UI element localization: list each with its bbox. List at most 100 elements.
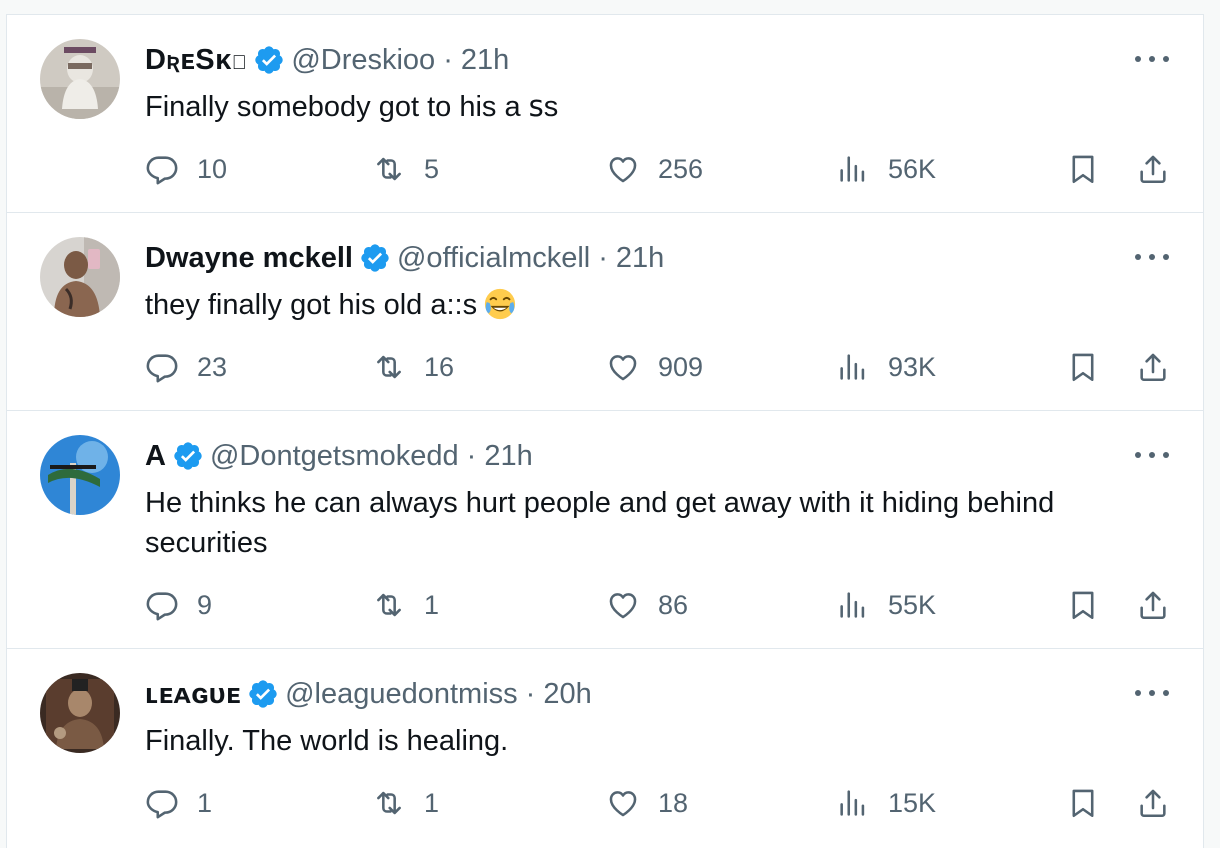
retweet-icon (377, 791, 401, 815)
views-count: 15K (888, 787, 937, 818)
views-button[interactable]: 93K (836, 347, 936, 387)
retweet-count: 1 (424, 589, 440, 620)
retweet-icon (377, 157, 401, 181)
retweet-icon (377, 593, 401, 617)
share-icon (1140, 155, 1166, 184)
timestamp[interactable]: 21h (461, 42, 509, 78)
avatar[interactable] (40, 39, 120, 119)
action-bar: 10 5 256 56K (7, 149, 1203, 189)
display-name[interactable]: Dwayne mckell (145, 240, 353, 276)
separator-dot: · (443, 44, 453, 76)
bookmark-button[interactable] (1066, 347, 1100, 387)
like-count: 256 (658, 153, 704, 184)
action-bar: 9 1 86 55K (7, 585, 1203, 625)
avatar[interactable] (40, 237, 120, 317)
reply-button[interactable]: 10 (145, 149, 227, 189)
like-button[interactable]: 256 (606, 149, 703, 189)
tweet-header: ʟᴇᴀɢᴜᴇ @leaguedontmiss · 20h (145, 676, 592, 712)
like-button[interactable]: 86 (606, 585, 688, 625)
separator-dot: · (598, 242, 608, 274)
verified-badge-icon (359, 242, 391, 274)
reply-button[interactable]: 1 (145, 783, 212, 823)
verified-badge-icon (247, 678, 279, 710)
bookmark-button[interactable] (1066, 585, 1100, 625)
more-options-icon[interactable] (1135, 681, 1169, 705)
reply-tweet[interactable]: Dwayne mckell @officialmckell · 21h they… (7, 212, 1203, 410)
retweet-button[interactable]: 16 (372, 347, 454, 387)
tweet-header: DʀᴇSᴋɪ @Dreskioo · 21h (145, 42, 509, 78)
reply-count: 23 (197, 351, 228, 382)
bookmark-icon (1072, 353, 1094, 382)
retweet-button[interactable]: 5 (372, 149, 439, 189)
bookmark-button[interactable] (1066, 783, 1100, 823)
reply-button[interactable]: 23 (145, 347, 227, 387)
views-button[interactable]: 55K (836, 585, 936, 625)
like-count: 909 (658, 351, 704, 382)
user-handle[interactable]: @Dontgetsmokedd (210, 438, 459, 474)
share-button[interactable] (1136, 149, 1170, 189)
like-button[interactable]: 18 (606, 783, 688, 823)
reply-icon (146, 354, 178, 383)
share-button[interactable] (1136, 585, 1170, 625)
display-name[interactable]: ʟᴇᴀɢᴜᴇ (145, 676, 241, 712)
share-icon (1140, 591, 1166, 620)
like-button[interactable]: 909 (606, 347, 703, 387)
heart-icon (609, 593, 637, 619)
reply-tweet[interactable]: DʀᴇSᴋɪ @Dreskioo · 21h Finally somebody … (7, 14, 1203, 212)
share-button[interactable] (1136, 783, 1170, 823)
more-options-icon[interactable] (1135, 245, 1169, 269)
tweet-text: Finally. The world is healing. (145, 725, 509, 757)
tweet-text: Finally somebody got to his a ꜱs (145, 91, 559, 123)
separator-dot: · (466, 440, 477, 472)
retweet-count: 1 (424, 787, 440, 818)
user-handle[interactable]: @officialmckell (397, 240, 590, 276)
tweet-text: He thinks he can always hurt people and … (145, 487, 1055, 559)
analytics-icon (840, 592, 865, 618)
bookmark-icon (1072, 789, 1094, 818)
verified-badge-icon (172, 440, 204, 472)
more-options-icon[interactable] (1135, 443, 1169, 467)
retweet-button[interactable]: 1 (372, 585, 439, 625)
avatar[interactable] (40, 435, 120, 515)
share-icon (1140, 789, 1166, 818)
like-count: 86 (658, 589, 689, 620)
analytics-icon (840, 790, 865, 816)
heart-icon (609, 355, 637, 381)
timestamp[interactable]: 21h (484, 438, 532, 474)
views-count: 56K (888, 153, 937, 184)
retweet-icon (377, 355, 401, 379)
tweet-header: A @Dontgetsmokedd · 21h (145, 438, 533, 474)
more-options-icon[interactable] (1135, 47, 1169, 71)
reply-button[interactable]: 9 (145, 585, 212, 625)
reply-icon (146, 592, 178, 621)
timestamp[interactable]: 21h (616, 240, 664, 276)
retweet-count: 5 (424, 153, 440, 184)
user-handle[interactable]: @Dreskioo (291, 42, 435, 78)
avatar[interactable] (40, 673, 120, 753)
reply-icon (146, 790, 178, 819)
action-bar: 1 1 18 15K (7, 783, 1203, 823)
views-button[interactable]: 56K (836, 149, 936, 189)
reply-count: 9 (197, 589, 213, 620)
display-name[interactable]: DʀᴇSᴋɪ (145, 42, 247, 78)
views-button[interactable]: 15K (836, 783, 936, 823)
heart-icon (609, 791, 637, 817)
user-handle[interactable]: @leaguedontmiss (285, 676, 518, 712)
reply-tweet[interactable]: ʟᴇᴀɢᴜᴇ @leaguedontmiss · 20h Finally. Th… (7, 648, 1203, 848)
analytics-icon (840, 354, 865, 380)
share-button[interactable] (1136, 347, 1170, 387)
verified-badge-icon (253, 44, 285, 76)
views-count: 55K (888, 589, 937, 620)
retweet-button[interactable]: 1 (372, 783, 439, 823)
like-count: 18 (658, 787, 689, 818)
display-name[interactable]: A (145, 438, 166, 474)
timestamp[interactable]: 20h (543, 676, 591, 712)
share-icon (1140, 353, 1166, 382)
bookmark-icon (1072, 155, 1094, 184)
tweet-text-wrapper: they finally got his old a::s (145, 285, 1133, 325)
reply-tweet[interactable]: A @Dontgetsmokedd · 21h He thinks he can… (7, 410, 1203, 648)
heart-icon (609, 157, 637, 183)
tweet-header: Dwayne mckell @officialmckell · 21h (145, 240, 664, 276)
retweet-count: 16 (424, 351, 455, 382)
bookmark-button[interactable] (1066, 149, 1100, 189)
